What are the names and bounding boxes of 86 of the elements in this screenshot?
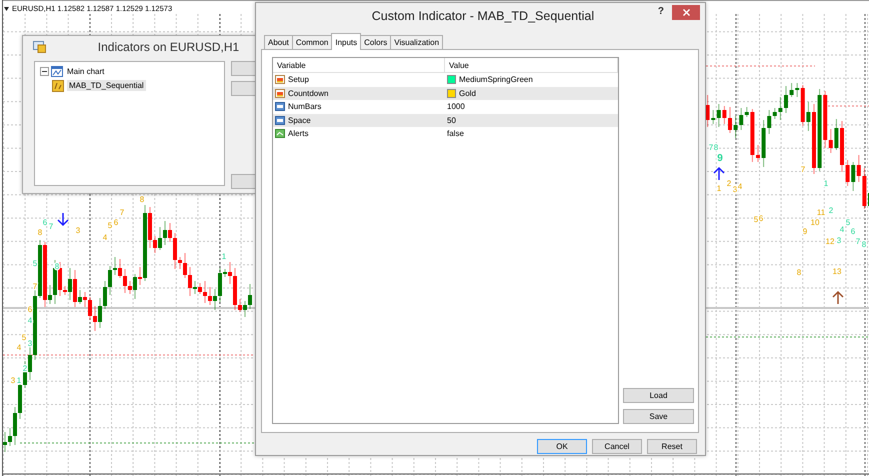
column-header: Value [445, 58, 618, 72]
color-icon [275, 75, 285, 84]
down-arrow-icon [57, 212, 69, 226]
variable-value[interactable]: 50 [447, 116, 456, 125]
count-label: 4 [28, 316, 32, 325]
count-label: 7 [708, 143, 714, 152]
count-label: 6 [42, 218, 48, 227]
count-label: 8 [796, 268, 802, 277]
boolean-icon [275, 129, 285, 138]
count-label: 4 [738, 182, 742, 191]
count-label: 8 [140, 195, 144, 204]
count-label: 7 [856, 237, 860, 246]
up-arrow-icon [832, 290, 844, 305]
count-label: 8 [862, 240, 866, 249]
color-icon [275, 88, 285, 98]
count-label: 2 [726, 179, 732, 188]
column-header: Variable [273, 58, 445, 72]
variable-value[interactable]: MediumSpringGreen [459, 75, 533, 84]
count-label: 1 [716, 184, 722, 193]
count-label: 5 [846, 218, 850, 227]
dialog-button[interactable]: Reset [647, 439, 697, 454]
count-label: 1 [222, 252, 226, 261]
tab[interactable]: Visualization [390, 35, 444, 49]
count-label: 7 [120, 208, 124, 217]
count-label: 4 [102, 233, 108, 242]
count-label: 12 [826, 237, 834, 246]
variable-name: Space [288, 116, 311, 125]
count-label: 5 [108, 221, 112, 230]
up-arrow-icon [713, 166, 725, 181]
count-label: 9 [802, 227, 808, 236]
count-label: 6 [850, 227, 856, 236]
count-label: 9 [717, 153, 723, 164]
count-label: 8 [714, 143, 718, 152]
side-button[interactable]: Save [623, 409, 694, 424]
count-label: 4 [840, 225, 844, 234]
candlestick [812, 104, 816, 174]
window-icon [33, 41, 46, 53]
count-label: 3 [28, 339, 32, 348]
count-label: 3 [10, 376, 16, 385]
count-label: 8 [38, 228, 42, 237]
candlestick [840, 120, 844, 172]
candlestick [756, 144, 760, 162]
variable-name: Setup [288, 75, 309, 84]
tab[interactable]: Inputs [331, 33, 362, 50]
tree-item[interactable]: MAB_TD_Sequential [67, 80, 146, 91]
count-label: 5 [22, 333, 26, 342]
close-button[interactable] [672, 5, 700, 20]
candlestick [784, 86, 788, 114]
count-label: 3 [732, 185, 738, 194]
count-label: 7 [800, 165, 806, 174]
count-label: 4 [16, 343, 22, 352]
variable-value[interactable]: false [447, 129, 464, 138]
count-label: 11 [816, 208, 826, 217]
count-label: 5 [754, 215, 758, 224]
count-label: 13 [832, 267, 842, 276]
count-label: 1 [16, 376, 22, 385]
count-label: 3 [836, 236, 842, 245]
variable-value[interactable]: Gold [459, 88, 476, 98]
count-label: 5 [32, 259, 38, 268]
collapse-icon[interactable] [40, 67, 49, 76]
dialog-button[interactable]: Cancel [592, 439, 642, 454]
count-label: 1 [824, 179, 828, 188]
chart-icon [51, 66, 63, 77]
variable-name: Countdown [288, 88, 328, 98]
close-icon [682, 9, 690, 16]
count-label: 6 [758, 214, 764, 223]
variable-name: NumBars [288, 102, 322, 112]
count-label: 6 [114, 218, 118, 227]
count-label: 7 [32, 282, 38, 291]
window-title: Indicators on EURUSD,H1 [96, 40, 240, 54]
help-button[interactable]: ? [658, 6, 664, 17]
count-label: 6 [28, 305, 32, 314]
count-label: 3 [76, 226, 80, 235]
tab[interactable]: About [264, 35, 293, 49]
side-button[interactable]: Load [623, 388, 694, 403]
window-title: Custom Indicator - MAB_TD_Sequential [370, 9, 596, 23]
candlestick [728, 106, 732, 134]
indicator-icon [52, 80, 65, 92]
triangle-icon[interactable] [4, 6, 9, 10]
variable-name: Alerts [288, 129, 308, 138]
count-label: 7 [48, 222, 54, 231]
count-label: 2 [828, 206, 834, 215]
variable-value[interactable]: 1000 [447, 102, 465, 112]
dialog-button[interactable]: OK [537, 439, 587, 454]
tree-item[interactable]: Main chart [65, 66, 106, 77]
count-label: 10 [810, 218, 820, 227]
